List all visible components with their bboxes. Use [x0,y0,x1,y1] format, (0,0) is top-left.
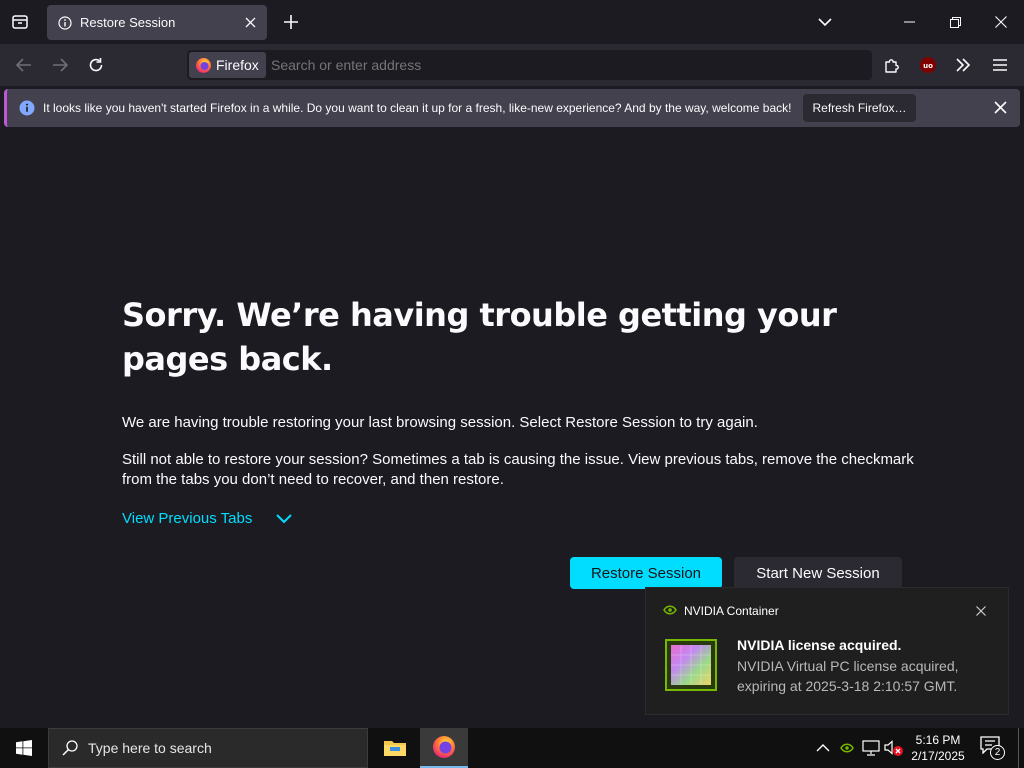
view-previous-tabs-label: View Previous Tabs [122,510,253,527]
new-tab-button[interactable] [277,8,305,36]
gpu-chip-icon [665,639,717,691]
page-title: Sorry. We’re having trouble getting your… [122,296,837,378]
minimize-button[interactable] [886,0,932,44]
toast-title: NVIDIA license acquired. [737,637,902,653]
list-all-tabs-button[interactable] [811,8,839,36]
close-tab-icon[interactable] [245,17,256,28]
file-explorer-taskbar-button[interactable] [372,728,418,768]
error-description: We are having trouble restoring your las… [122,414,758,431]
close-icon [995,16,1007,28]
back-button[interactable] [8,49,40,81]
forward-button[interactable] [44,49,76,81]
close-window-button[interactable] [978,0,1024,44]
tab-bar: Restore Session [0,0,1024,44]
svg-text:uo: uo [923,62,933,70]
action-center-button[interactable]: 2 [980,736,1006,760]
restore-session-button[interactable]: Restore Session [570,557,722,589]
forward-arrow-icon [53,58,68,72]
taskbar-search-box[interactable]: Type here to search [48,728,368,768]
volume-muted-icon[interactable] [884,740,904,757]
folder-icon [384,741,406,756]
clock-date: 2/17/2025 [911,749,965,763]
show-desktop-button[interactable] [1018,728,1019,768]
toast-body: NVIDIA Virtual PC license acquired, expi… [737,658,959,694]
restore-window-icon [949,16,961,28]
firefox-logo-icon [433,736,455,758]
close-icon[interactable] [994,101,1007,114]
taskbar-search-placeholder: Type here to search [88,740,212,756]
nvidia-tray-icon[interactable] [840,743,854,753]
address-input[interactable] [271,50,771,80]
nvidia-toast-notification[interactable]: NVIDIA Container NVIDIA license acquired… [645,587,1009,715]
identity-box[interactable]: Firefox [189,52,266,78]
network-icon[interactable] [862,740,880,756]
firefox-logo-icon [196,57,211,73]
url-bar[interactable]: Firefox [187,50,872,80]
app-menu-button[interactable] [984,49,1016,81]
chevron-up-icon[interactable] [816,743,830,752]
double-chevron-right-icon [956,58,971,72]
info-icon [19,100,35,116]
info-icon [58,15,72,30]
nvidia-logo-icon [663,605,677,615]
close-icon[interactable] [976,606,986,616]
chevron-down-icon [276,513,293,523]
error-help-text: Still not able to restore your session? … [122,451,914,488]
identity-label: Firefox [216,57,259,73]
hamburger-menu-icon [993,59,1007,71]
firefox-view-icon [12,15,28,29]
puzzle-icon [884,58,899,73]
start-new-session-button[interactable]: Start New Session [734,557,902,589]
back-arrow-icon [16,58,31,72]
chevron-down-icon [818,17,832,26]
notification-count-badge: 2 [990,745,1005,760]
tab-title: Restore Session [80,15,176,30]
search-icon [62,740,78,756]
firefox-taskbar-button[interactable] [420,728,468,768]
minimize-icon [903,21,915,23]
notification-message: It looks like you haven't started Firefo… [43,101,792,115]
more-tools-button[interactable] [947,49,979,81]
tab-restore-session[interactable]: Restore Session [47,5,267,40]
plus-icon [284,15,298,29]
view-previous-tabs-toggle[interactable]: View Previous Tabs [122,510,293,527]
ublock-origin-button[interactable]: uo [912,49,944,81]
reload-icon [89,58,103,72]
windows-logo-icon [16,740,32,756]
restore-window-button[interactable] [932,0,978,44]
refresh-firefox-notification: It looks like you haven't started Firefo… [4,89,1020,127]
clock-time: 5:16 PM [915,733,961,747]
reload-button[interactable] [80,49,112,81]
refresh-firefox-button[interactable]: Refresh Firefox… [803,94,916,122]
clock[interactable]: 5:16 PM 2/17/2025 [908,732,968,764]
extensions-button[interactable] [876,49,908,81]
start-button[interactable] [0,728,48,768]
windows-taskbar: Type here to search 5:16 PM 2/17/2025 2 [0,728,1024,768]
ublock-origin-icon: uo [920,57,936,73]
firefox-view-button[interactable] [6,8,34,36]
toast-app-name: NVIDIA Container [684,604,779,618]
